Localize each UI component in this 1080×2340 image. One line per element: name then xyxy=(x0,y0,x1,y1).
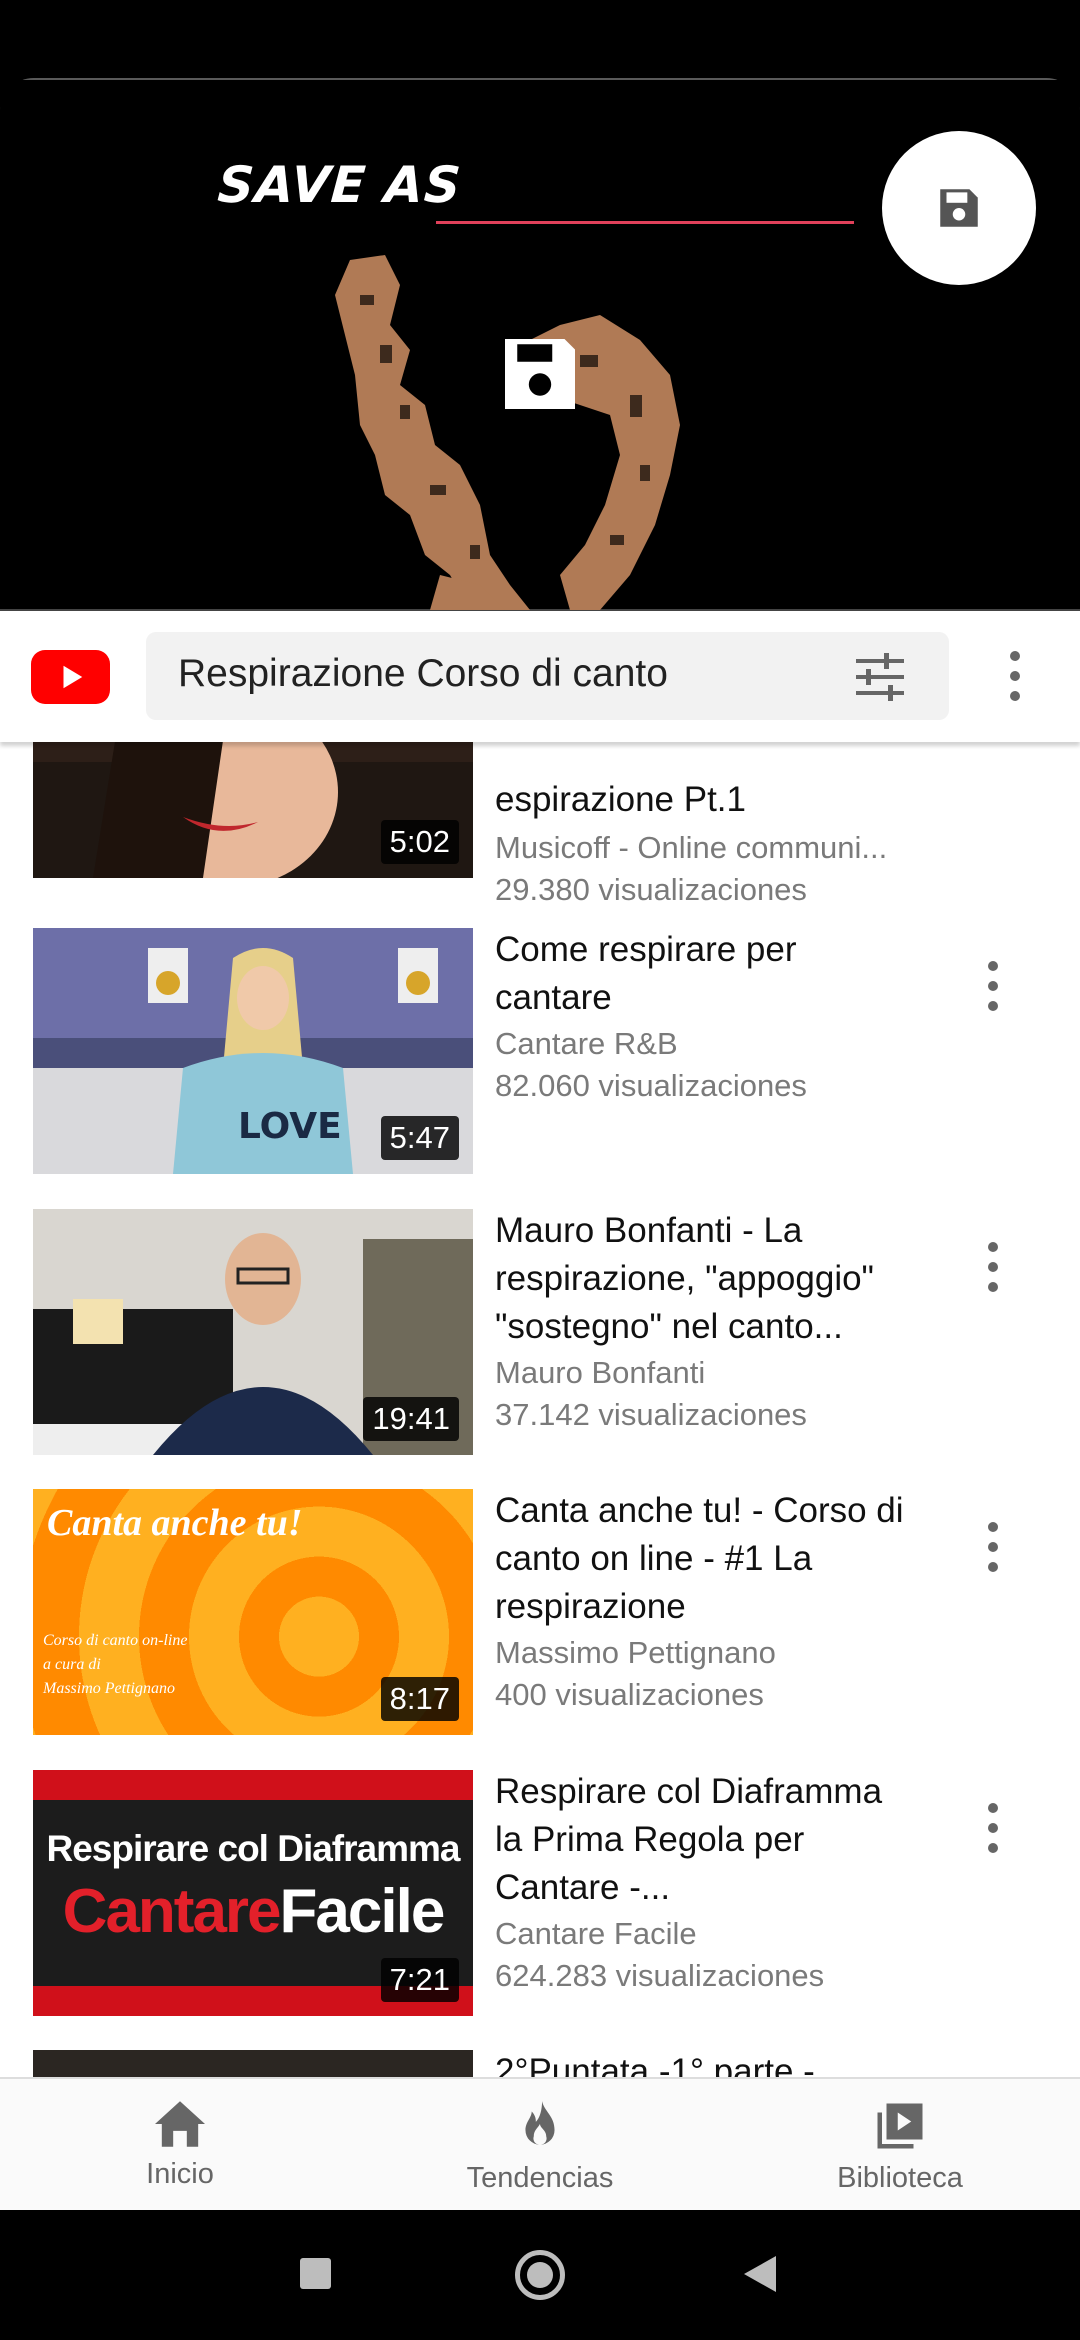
svg-text:LOVE: LOVE xyxy=(238,1106,342,1147)
search-results-list[interactable]: 5:02 espirazione Pt.1 Musicoff - Online … xyxy=(0,742,1080,2077)
nav-label: Biblioteca xyxy=(837,2162,963,2194)
more-vert-icon[interactable] xyxy=(978,1519,1008,1575)
home-icon xyxy=(155,2101,205,2147)
video-channel: Cantare R&B xyxy=(495,1026,678,1061)
list-item[interactable]: 2°Puntata -1° parte - xyxy=(0,2050,1080,2077)
thumbnail-line2-red: Cantare xyxy=(62,1877,282,1946)
thumbnail-title: Canta anche tu! xyxy=(47,1502,303,1544)
video-channel: Massimo Pettignano xyxy=(495,1635,776,1670)
more-vert-icon[interactable] xyxy=(978,1800,1008,1856)
nav-item-biblioteca[interactable]: Biblioteca xyxy=(800,2099,1000,2195)
save-as-label: SAVE AS xyxy=(215,156,464,214)
video-thumbnail[interactable]: LOVE 5:47 xyxy=(33,928,473,1174)
nav-item-inicio[interactable]: Inicio xyxy=(80,2099,280,2191)
video-thumbnail[interactable] xyxy=(33,2050,473,2077)
floppy-disk-icon xyxy=(505,339,575,409)
video-channel: Musicoff - Online communi... xyxy=(495,830,888,865)
video-duration: 8:17 xyxy=(380,1677,459,1721)
thumbnail-subtitle: a cura di xyxy=(43,1656,101,1673)
video-title: espirazione Pt.1 xyxy=(495,780,746,819)
nav-label: Inicio xyxy=(146,2158,214,2190)
video-thumbnail[interactable]: Canta anche tu! Corso di canto on-line a… xyxy=(33,1489,473,1735)
video-views: 29.380 visualizaciones xyxy=(495,872,807,907)
home-circle-icon[interactable] xyxy=(515,2250,565,2300)
list-item[interactable]: 5:02 espirazione Pt.1 Musicoff - Online … xyxy=(0,742,1080,907)
video-duration: 5:02 xyxy=(380,820,459,864)
save-fab-button[interactable] xyxy=(882,131,1036,285)
save-as-input-underline xyxy=(436,221,854,224)
fire-icon xyxy=(525,2101,555,2145)
more-vert-icon[interactable] xyxy=(978,1239,1008,1295)
list-item[interactable]: Respirare col Diaframma CantareFacile 7:… xyxy=(0,1770,1080,2022)
video-views: 37.142 visualizaciones xyxy=(495,1397,807,1432)
tune-icon[interactable] xyxy=(854,653,906,701)
floppy-disk-icon xyxy=(940,189,978,227)
nav-item-tendencias[interactable]: Tendencias xyxy=(440,2099,640,2195)
video-title: Come respirare per cantare xyxy=(495,930,797,1017)
video-views: 82.060 visualizaciones xyxy=(495,1068,807,1103)
video-thumbnail[interactable]: 19:41 xyxy=(33,1209,473,1455)
video-duration: 5:47 xyxy=(380,1116,459,1160)
video-title: Respirare col Diaframma la Prima Regola … xyxy=(495,1772,883,1907)
youtube-play-icon xyxy=(63,665,82,689)
nav-label: Tendencias xyxy=(466,2162,614,2194)
youtube-logo[interactable] xyxy=(31,650,110,704)
thumbnail-subtitle: Corso di canto on-line xyxy=(43,1632,188,1649)
status-bar xyxy=(0,0,1080,78)
video-views: 400 visualizaciones xyxy=(495,1677,764,1712)
list-item[interactable]: LOVE 5:47 Come respirare per cantare Can… xyxy=(0,928,1080,1180)
video-title: Canta anche tu! - Corso di canto on line… xyxy=(495,1491,904,1626)
list-item[interactable]: 19:41 Mauro Bonfanti - La respirazione, … xyxy=(0,1209,1080,1461)
system-navigation-bar xyxy=(0,2210,1080,2340)
video-channel: Mauro Bonfanti xyxy=(495,1355,706,1390)
video-title: Mauro Bonfanti - La respirazione, "appog… xyxy=(495,1211,874,1346)
library-icon xyxy=(877,2103,923,2149)
recents-square-icon[interactable] xyxy=(300,2258,331,2289)
video-thumbnail[interactable]: Respirare col Diaframma CantareFacile 7:… xyxy=(33,1770,473,2016)
search-query-text: Respirazione Corso di canto xyxy=(178,652,668,695)
video-thumbnail[interactable]: 5:02 xyxy=(33,742,473,878)
video-channel: Cantare Facile xyxy=(495,1916,697,1951)
video-title: 2°Puntata -1° parte - xyxy=(495,2052,815,2077)
video-views: 624.283 visualizaciones xyxy=(495,1958,825,1993)
back-triangle-icon[interactable] xyxy=(742,2254,778,2294)
more-vert-icon[interactable] xyxy=(1000,648,1030,704)
video-duration: 19:41 xyxy=(363,1397,459,1441)
search-input[interactable]: Respirazione Corso di canto xyxy=(146,632,949,720)
thumbnail-line1: Respirare col Diaframma xyxy=(46,1828,461,1869)
video-duration: 7:21 xyxy=(380,1958,459,2002)
thumbnail-subtitle: Massimo Pettignano xyxy=(43,1680,175,1697)
pixel-art-image xyxy=(335,255,680,610)
list-item[interactable]: Canta anche tu! Corso di canto on-line a… xyxy=(0,1489,1080,1741)
more-vert-icon[interactable] xyxy=(978,958,1008,1014)
save-as-input[interactable] xyxy=(436,160,854,220)
bottom-navigation: Inicio Tendencias Biblioteca xyxy=(0,2077,1080,2212)
thumbnail-line2-white: Facile xyxy=(279,1877,446,1946)
